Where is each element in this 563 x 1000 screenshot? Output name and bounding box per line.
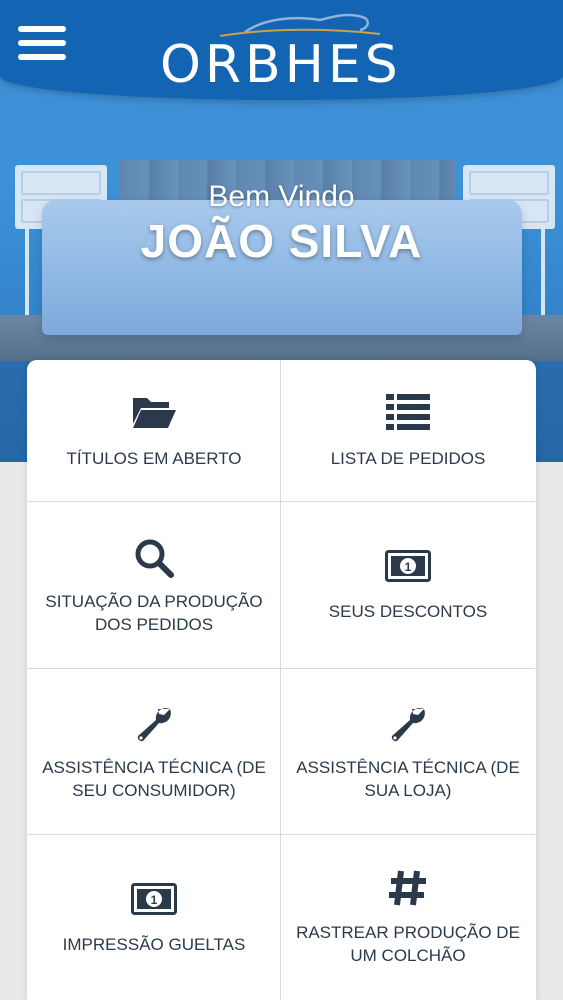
svg-text:1: 1 bbox=[151, 893, 158, 907]
menu-item-label: TÍTULOS EM ABERTO bbox=[66, 449, 242, 468]
svg-text:1: 1 bbox=[405, 560, 412, 574]
brand-logo: ORBHES bbox=[160, 10, 402, 95]
search-icon bbox=[27, 538, 281, 578]
hashtag-icon bbox=[281, 869, 535, 907]
menu-item-impressao-gueltas[interactable]: 1 IMPRESSÃO GUELTAS bbox=[27, 835, 281, 1000]
menu-item-label: RASTREAR PRODUÇÃO DE UM COLCHÃO bbox=[296, 923, 520, 965]
menu-item-situacao-producao[interactable]: SITUAÇÃO DA PRODUÇÃO DOS PEDIDOS bbox=[27, 502, 281, 669]
menu-item-label: SEUS DESCONTOS bbox=[328, 602, 488, 621]
menu-item-label: IMPRESSÃO GUELTAS bbox=[62, 935, 246, 954]
menu-item-label: LISTA DE PEDIDOS bbox=[330, 449, 486, 468]
menu-item-titulos-em-aberto[interactable]: TÍTULOS EM ABERTO bbox=[27, 360, 281, 502]
hamburger-menu-icon[interactable] bbox=[18, 26, 66, 60]
menu-item-assistencia-loja[interactable]: ASSISTÊNCIA TÉCNICA (DE SUA LOJA) bbox=[281, 669, 535, 835]
logo-text: ORBHES bbox=[160, 35, 402, 95]
menu-item-label: ASSISTÊNCIA TÉCNICA (DE SUA LOJA) bbox=[296, 758, 520, 800]
list-icon bbox=[281, 394, 535, 430]
app-header: ORBHES bbox=[0, 0, 563, 100]
wrench-icon bbox=[281, 705, 535, 745]
menu-item-label: ASSISTÊNCIA TÉCNICA (DE SEU CONSUMIDOR) bbox=[42, 758, 266, 800]
folder-open-icon bbox=[27, 394, 281, 430]
menu-item-assistencia-consumidor[interactable]: ASSISTÊNCIA TÉCNICA (DE SEU CONSUMIDOR) bbox=[27, 669, 281, 835]
wrench-icon bbox=[27, 705, 281, 745]
welcome-greeting: Bem Vindo bbox=[208, 180, 355, 213]
menu-grid: TÍTULOS EM ABERTO LISTA DE PEDIDOS SITUA… bbox=[27, 360, 536, 1000]
money-bill-icon: 1 bbox=[281, 550, 535, 582]
user-name: JOÃO SILVA bbox=[140, 215, 423, 267]
menu-item-seus-descontos[interactable]: 1 SEUS DESCONTOS bbox=[281, 502, 535, 669]
menu-item-label: SITUAÇÃO DA PRODUÇÃO DOS PEDIDOS bbox=[45, 592, 263, 634]
welcome-block: Bem Vindo JOÃO SILVA bbox=[0, 180, 563, 268]
menu-item-rastrear-producao[interactable]: RASTREAR PRODUÇÃO DE UM COLCHÃO bbox=[281, 835, 535, 1000]
money-bill-icon: 1 bbox=[27, 883, 281, 915]
menu-item-lista-de-pedidos[interactable]: LISTA DE PEDIDOS bbox=[281, 360, 535, 502]
